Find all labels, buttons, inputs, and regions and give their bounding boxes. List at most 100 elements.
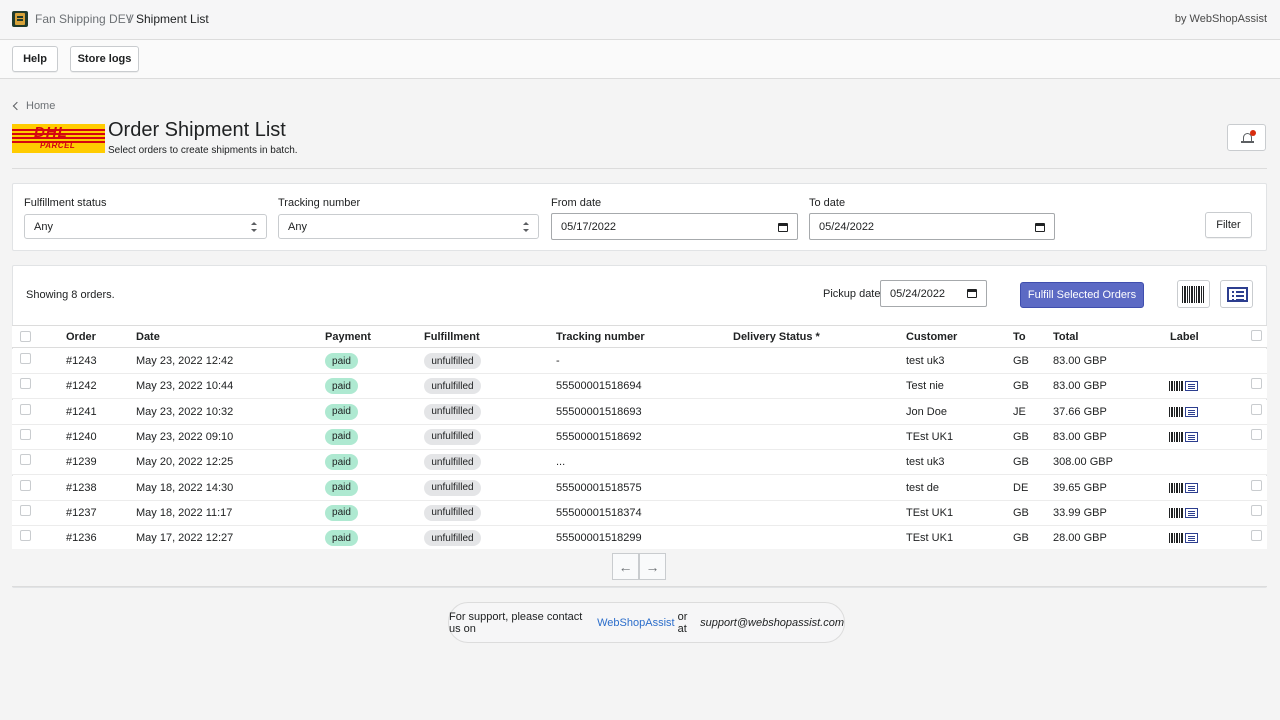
calendar-icon[interactable] [967, 289, 977, 298]
notifications-button[interactable] [1227, 124, 1266, 151]
barcode-icon[interactable] [1169, 431, 1183, 442]
label-checkbox[interactable] [1251, 403, 1262, 415]
row-checkbox[interactable] [20, 454, 31, 466]
list-icon[interactable] [1185, 431, 1198, 442]
column-total[interactable]: Total [1053, 331, 1078, 343]
page-subtitle: Select orders to create shipments in bat… [108, 145, 298, 156]
column-fulfillment[interactable]: Fulfillment [424, 331, 480, 343]
store-logs-button[interactable]: Store logs [70, 46, 139, 72]
payment-badge: paid [325, 479, 358, 496]
order-link[interactable]: #1240 [66, 431, 97, 443]
row-checkbox[interactable] [20, 530, 31, 542]
barcode-icon [1182, 286, 1205, 303]
order-total: 83.00 GBP [1053, 380, 1107, 393]
filter-button[interactable]: Filter [1205, 212, 1252, 238]
calendar-icon[interactable] [778, 223, 788, 232]
table-row: #1241 May 23, 2022 10:32 paid unfulfilled 55… [12, 399, 1267, 425]
from-date-input[interactable]: 05/17/2022 [551, 213, 798, 240]
list-icon[interactable] [1185, 381, 1198, 392]
order-link[interactable]: #1241 [66, 406, 97, 418]
support-link[interactable]: WebShopAssist [597, 617, 674, 629]
list-icon[interactable] [1185, 507, 1198, 518]
destination-country: GB [1013, 380, 1029, 393]
payment-badge: paid [325, 353, 358, 369]
label-checkbox[interactable] [1251, 378, 1262, 390]
row-checkbox[interactable] [20, 479, 31, 491]
store-name[interactable]: Fan Shipping DEV [35, 12, 134, 26]
column-customer[interactable]: Customer [906, 331, 957, 343]
payment-badge: paid [325, 454, 358, 471]
barcode-icon[interactable] [1169, 507, 1183, 518]
order-link[interactable]: #1239 [66, 456, 97, 468]
fulfillment-status-select[interactable]: Any [24, 214, 267, 239]
select-arrows-icon [523, 222, 529, 232]
label-checkbox[interactable] [1251, 479, 1262, 491]
calendar-icon[interactable] [1035, 223, 1045, 232]
list-icon[interactable] [1185, 406, 1198, 417]
help-button[interactable]: Help [12, 46, 58, 72]
label-checkbox[interactable] [1251, 504, 1262, 516]
select-all-checkbox[interactable] [20, 331, 31, 342]
barcode-icon[interactable] [1169, 381, 1183, 392]
row-checkbox[interactable] [20, 403, 31, 415]
support-email[interactable]: support@webshopassist.com [700, 617, 844, 629]
barcode-icon[interactable] [1169, 533, 1183, 544]
chevron-left-icon [12, 101, 22, 111]
select-arrows-icon [251, 222, 257, 232]
column-tracking-number[interactable]: Tracking number [556, 331, 645, 343]
row-checkbox[interactable] [20, 378, 31, 390]
order-link[interactable]: #1242 [66, 380, 97, 392]
label-checkbox[interactable] [1251, 530, 1262, 542]
to-date-input[interactable]: 05/24/2022 [809, 213, 1055, 240]
order-date: May 18, 2022 14:30 [136, 481, 234, 494]
column-date[interactable]: Date [136, 331, 160, 343]
list-icon[interactable] [1185, 482, 1198, 493]
next-page-button[interactable]: → [639, 553, 666, 580]
column-order[interactable]: Order [66, 331, 96, 343]
barcode-icon[interactable] [1169, 406, 1183, 417]
breadcrumb-separator: / [128, 12, 132, 26]
column-delivery-status[interactable]: Delivery Status * [733, 331, 820, 343]
tracking-number-link[interactable]: 55500001518575 [556, 482, 642, 494]
column-label[interactable]: Label [1170, 331, 1199, 343]
tracking-number-link[interactable]: 55500001518299 [556, 532, 642, 544]
fulfill-selected-orders-button[interactable]: Fulfill Selected Orders [1020, 282, 1144, 308]
print-barcodes-button[interactable] [1177, 280, 1210, 308]
row-checkbox[interactable] [20, 428, 31, 440]
print-list-button[interactable] [1220, 280, 1253, 308]
table-header: Order Date Payment Fulfillment Tracking … [12, 325, 1267, 348]
row-checkbox[interactable] [20, 504, 31, 516]
tracking-number-link[interactable]: 55500001518374 [556, 507, 642, 519]
order-total: 83.00 GBP [1053, 355, 1107, 367]
back-label: Home [26, 100, 56, 112]
order-link[interactable]: #1243 [66, 355, 97, 367]
row-checkbox[interactable] [20, 353, 31, 364]
table-row: #1243 May 23, 2022 12:42 paid unfulfilled - t… [12, 349, 1267, 374]
fulfillment-status-label: Fulfillment status [24, 197, 107, 209]
pickup-date-input[interactable]: 05/24/2022 [880, 280, 987, 307]
table-row: #1238 May 18, 2022 14:30 paid unfulfilled 55… [12, 475, 1267, 501]
label-actions [1169, 482, 1201, 493]
showing-count-text: Showing 8 orders. [26, 289, 115, 301]
tracking-number-link[interactable]: 55500001518693 [556, 406, 642, 418]
previous-page-button[interactable]: ← [612, 553, 639, 580]
support-footer: For support, please contact us on WebSho… [448, 602, 845, 643]
select-all-labels-checkbox[interactable] [1251, 330, 1262, 341]
tracking-number-link[interactable]: 55500001518692 [556, 431, 642, 443]
back-home-link[interactable]: Home [12, 100, 55, 112]
column-to[interactable]: To [1013, 331, 1026, 343]
list-icon[interactable] [1185, 533, 1198, 544]
order-link[interactable]: #1238 [66, 482, 97, 494]
order-link[interactable]: #1237 [66, 507, 97, 519]
tracking-number-link[interactable]: 55500001518694 [556, 380, 642, 392]
tracking-number-select[interactable]: Any [278, 214, 539, 239]
order-link[interactable]: #1236 [66, 532, 97, 544]
column-payment[interactable]: Payment [325, 331, 371, 343]
customer-name: test de [906, 481, 940, 494]
destination-country: GB [1013, 506, 1029, 519]
fulfillment-badge: unfulfilled [424, 530, 481, 547]
barcode-icon[interactable] [1169, 482, 1183, 493]
label-checkbox[interactable] [1251, 428, 1262, 440]
customer-name: test uk3 [906, 355, 945, 367]
destination-country: JE [1013, 405, 1026, 418]
